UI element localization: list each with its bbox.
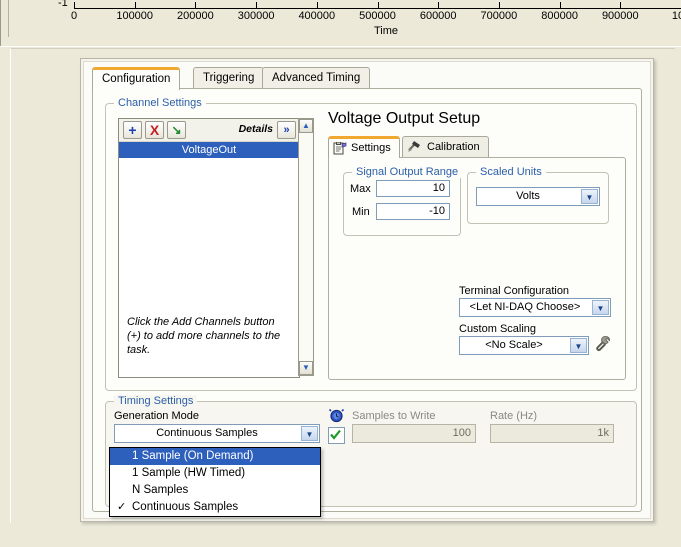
details-label: Details: [238, 123, 273, 135]
min-value-field[interactable]: -10: [376, 203, 450, 220]
wrench-icon[interactable]: [595, 335, 611, 352]
x-axis-tick-7: [498, 2, 500, 9]
x-axis-tick-8: [559, 2, 561, 9]
dropdown-option-label-1: 1 Sample (HW Timed): [132, 467, 246, 479]
x-axis-title: Time: [373, 25, 399, 37]
channel-list-help-text: Click the Add Channels button (+) to add…: [127, 316, 281, 356]
expand-details-button[interactable]: »: [277, 121, 296, 139]
x-axis-tick-0: [74, 2, 75, 9]
scroll-down-icon[interactable]: ▼: [299, 361, 313, 375]
settings-subtab-page: Signal Output Range Max 10 Min -10 Scale…: [328, 157, 626, 380]
scaled-units-group: Scaled Units Volts ▼: [467, 166, 609, 224]
tab-configuration[interactable]: Configuration: [92, 67, 181, 90]
samples-to-write-field[interactable]: 100: [352, 424, 476, 443]
dropdown-option-label-2: N Samples: [132, 484, 189, 496]
timing-settings-label: Timing Settings: [114, 395, 198, 407]
x-axis-tick-label-10: 100: [671, 10, 681, 22]
chevron-down-icon[interactable]: ▼: [570, 338, 587, 353]
scroll-up-icon[interactable]: ▲: [299, 119, 313, 133]
subtab-settings-label: Settings: [351, 142, 391, 154]
tab-advanced-timing[interactable]: Advanced Timing: [262, 67, 371, 88]
graph-frame-inner-edge: [8, 0, 9, 37]
generation-mode-label: Generation Mode: [114, 410, 199, 422]
chevron-down-icon[interactable]: ▼: [301, 426, 318, 441]
terminal-configuration-combo[interactable]: <Let NI-DAQ Choose> ▼: [459, 298, 611, 317]
x-axis-tick-label-7: 700000: [480, 10, 518, 22]
hammer-icon: [407, 140, 423, 153]
x-axis-tick-1: [134, 2, 136, 9]
rate-field[interactable]: 1k: [490, 424, 614, 443]
dropdown-option-1-sample-on-demand[interactable]: 1 Sample (On Demand): [110, 448, 320, 465]
clock-icon: [328, 408, 345, 424]
x-axis-tick-label-3: 300000: [237, 10, 275, 22]
delete-channel-button[interactable]: X: [145, 121, 164, 139]
custom-scaling-combo[interactable]: <No Scale> ▼: [459, 336, 589, 355]
x-axis-tick-6: [438, 2, 440, 9]
chevron-down-icon[interactable]: ▼: [581, 189, 598, 204]
dropdown-option-continuous-samples[interactable]: ✓ Continuous Samples: [110, 499, 320, 516]
custom-scaling-value: <No Scale>: [485, 339, 543, 351]
x-axis-tick-9: [620, 2, 622, 9]
x-axis-tick-label-2: 200000: [177, 10, 214, 22]
x-axis-tick-4: [316, 2, 318, 9]
dropdown-check-icon-3: ✓: [117, 501, 127, 513]
channel-settings-group: Channel Settings + X ↘ Details » Voltage…: [105, 97, 637, 391]
x-axis-tick-label-9: 900000: [601, 10, 639, 22]
channel-list-scrollbar[interactable]: ▲ ▼: [298, 118, 314, 376]
dropdown-option-1-sample-hw-timed[interactable]: 1 Sample (HW Timed): [110, 465, 320, 482]
x-axis-tick-label-5: 500000: [359, 10, 396, 22]
x-axis-tick-label-1: 100000: [116, 10, 154, 22]
channel-toolbar: + X ↘ Details »: [119, 119, 299, 142]
dropdown-option-label-0: 1 Sample (On Demand): [132, 450, 254, 462]
voltage-output-title: Voltage Output Setup: [328, 110, 481, 127]
scaled-units-value: Volts: [516, 190, 540, 202]
generation-mode-combo[interactable]: Continuous Samples ▼: [114, 424, 320, 443]
generation-mode-value: Continuous Samples: [156, 427, 258, 439]
scaled-units-combo[interactable]: Volts ▼: [476, 187, 600, 206]
signal-output-range-label: Signal Output Range: [352, 166, 463, 178]
rate-label: Rate (Hz): [490, 410, 538, 422]
tab-triggering[interactable]: Triggering: [193, 67, 265, 88]
graph-frame-left-edge: [0, 0, 1, 46]
screen-root: -1 0 100000 200000 300000 400000 500000 600000…: [0, 0, 681, 547]
channel-list-box[interactable]: + X ↘ Details » VoltageOut Click the Add…: [118, 118, 300, 378]
subtab-settings[interactable]: Settings: [328, 136, 400, 158]
channel-list-item-voltageout[interactable]: VoltageOut: [119, 142, 299, 158]
samples-to-write-label: Samples to Write: [352, 410, 436, 422]
subtab-calibration[interactable]: Calibration: [402, 136, 489, 157]
generation-mode-dropdown-popup[interactable]: 1 Sample (On Demand) 1 Sample (HW Timed)…: [109, 447, 321, 517]
x-axis-tick-label-6: 600000: [419, 10, 457, 22]
x-axis-tick-label-0: 0: [70, 10, 78, 22]
terminal-configuration-label: Terminal Configuration: [459, 285, 570, 297]
x-axis-tick-2: [195, 2, 197, 9]
insert-channel-button[interactable]: ↘: [167, 121, 186, 139]
min-label: Min: [352, 206, 370, 218]
x-axis-tick-3: [256, 2, 258, 9]
y-axis-tick-label: -1: [58, 0, 68, 9]
x-axis-tick-label-8: 800000: [541, 10, 578, 22]
timing-enable-checkbox[interactable]: [328, 427, 345, 444]
terminal-configuration-value: <Let NI-DAQ Choose>: [469, 301, 581, 313]
voltage-output-setup-panel: Voltage Output Setup Settings Calibratio…: [328, 110, 626, 380]
dropdown-option-label-3: Continuous Samples: [132, 501, 239, 513]
x-axis-tick-5: [377, 2, 379, 9]
x-axis-tick-label-4: 400000: [298, 10, 336, 22]
scaled-units-label: Scaled Units: [476, 166, 546, 178]
max-value-field[interactable]: 10: [376, 180, 450, 197]
subtab-calibration-label: Calibration: [427, 141, 480, 153]
chevron-down-icon[interactable]: ▼: [592, 300, 609, 315]
custom-scaling-label: Custom Scaling: [459, 323, 537, 335]
scrollbar-track[interactable]: [299, 133, 313, 361]
waveform-graph-axis-strip: -1 0 100000 200000 300000 400000 500000 600000…: [0, 0, 681, 47]
clipboard-icon: [333, 142, 347, 155]
add-channel-button[interactable]: +: [123, 121, 142, 139]
channel-settings-label: Channel Settings: [114, 97, 206, 109]
signal-output-range-group: Signal Output Range Max 10 Min -10: [343, 166, 463, 236]
max-label: Max: [350, 183, 371, 195]
dropdown-option-n-samples[interactable]: N Samples: [110, 482, 320, 499]
